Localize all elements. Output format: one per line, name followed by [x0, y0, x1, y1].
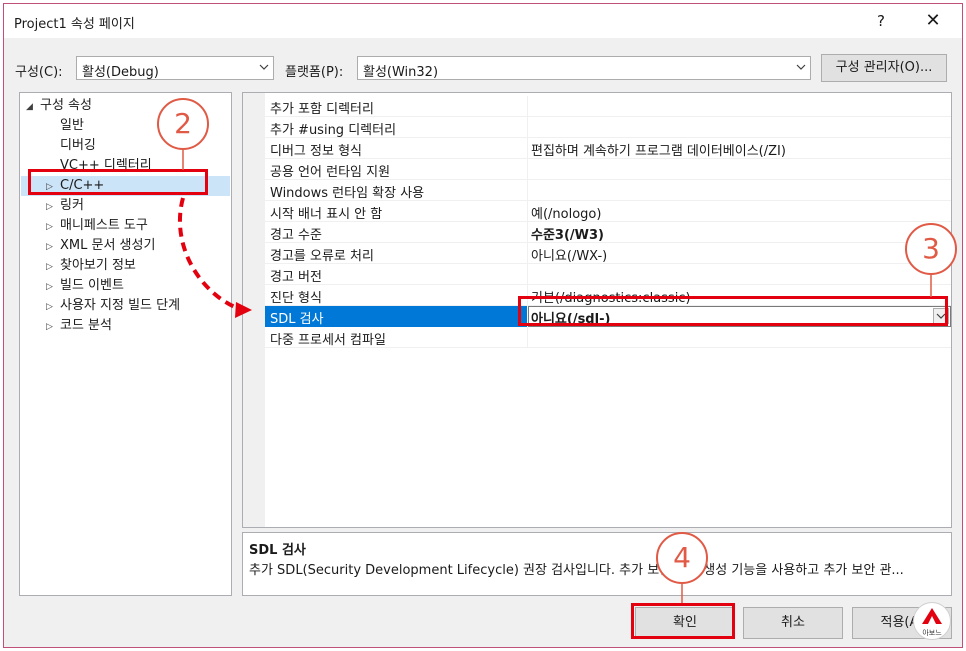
watermark-text: 아보느: [922, 629, 942, 637]
watermark-logo: 아보느: [913, 602, 951, 640]
step-2-marker: 2: [157, 98, 209, 150]
logo-icon: [922, 608, 942, 624]
step-4-marker: 4: [656, 532, 708, 584]
step-3-marker: 3: [905, 223, 957, 275]
annotation-arrow: [177, 150, 932, 603]
